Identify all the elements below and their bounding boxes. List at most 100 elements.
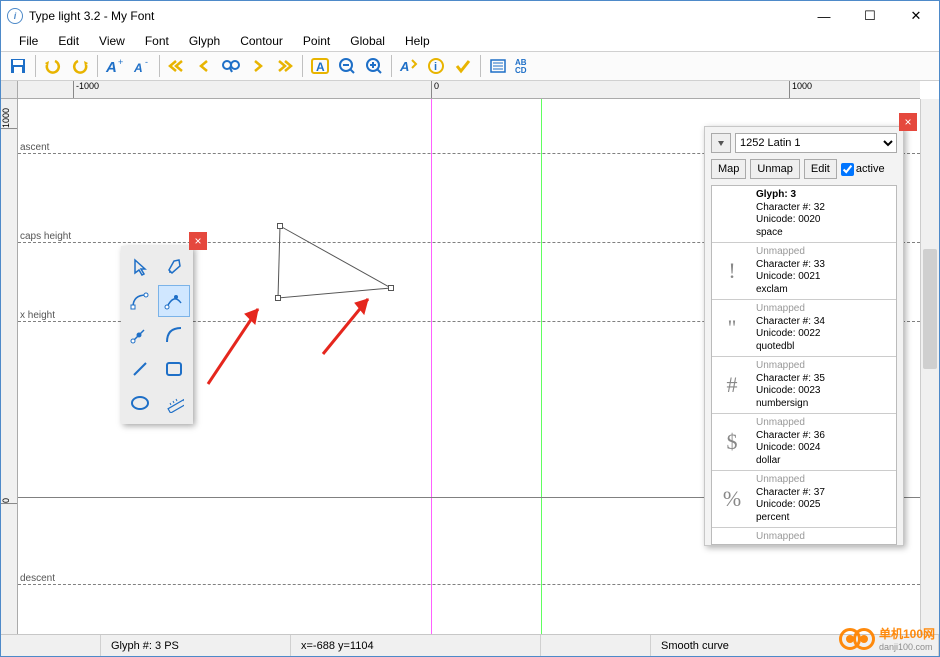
menu-file[interactable]: File <box>9 32 48 50</box>
glyph-char: " <box>712 300 752 356</box>
tool-pen[interactable] <box>158 251 190 283</box>
svg-text:CD: CD <box>515 66 527 75</box>
list-item[interactable]: !UnmappedCharacter #: 33Unicode: 0021exc… <box>712 243 896 300</box>
svg-text:+: + <box>118 57 123 67</box>
window-title: Type light 3.2 - My Font <box>29 9 801 23</box>
menu-help[interactable]: Help <box>395 32 440 50</box>
list-icon[interactable] <box>485 54 511 78</box>
menu-edit[interactable]: Edit <box>48 32 89 50</box>
list-item[interactable]: $UnmappedCharacter #: 36Unicode: 0024dol… <box>712 414 896 471</box>
tool-curve[interactable] <box>158 319 190 351</box>
highlight-glyph-icon[interactable]: A <box>307 54 333 78</box>
status-bar: Glyph #: 3 PS x=-688 y=1104 Smooth curve <box>1 634 939 656</box>
tool-ellipse[interactable] <box>124 387 156 419</box>
svg-text:A: A <box>316 60 325 74</box>
palette-close-button[interactable]: × <box>189 232 207 250</box>
glyph-char: $ <box>712 414 752 470</box>
zoom-in-icon[interactable] <box>361 54 387 78</box>
menubar: File Edit View Font Glyph Contour Point … <box>1 31 939 51</box>
glyph-list[interactable]: Glyph: 3Character #: 32Unicode: 0020spac… <box>711 185 897 545</box>
info-icon[interactable]: i <box>423 54 449 78</box>
tool-rectangle[interactable] <box>158 353 190 385</box>
svg-text:i: i <box>434 61 437 73</box>
prev-icon[interactable] <box>191 54 217 78</box>
undo-icon[interactable] <box>40 54 66 78</box>
tool-add-point[interactable] <box>124 319 156 351</box>
next-icon[interactable] <box>245 54 271 78</box>
minimize-button[interactable]: ― <box>801 1 847 31</box>
redo-icon[interactable] <box>67 54 93 78</box>
ruler-tick: -1000 <box>73 81 99 99</box>
contour-node[interactable] <box>275 295 281 301</box>
status-glyph: Glyph #: 3 PS <box>101 635 291 656</box>
find-icon[interactable] <box>218 54 244 78</box>
menu-font[interactable]: Font <box>135 32 179 50</box>
font-bigger-icon[interactable]: A+ <box>102 54 128 78</box>
glyph-char <box>712 186 752 242</box>
menu-point[interactable]: Point <box>293 32 340 50</box>
svg-text:A: A <box>399 59 409 74</box>
scrollbar-thumb[interactable] <box>923 249 937 369</box>
unmap-button[interactable]: Unmap <box>750 159 799 179</box>
ruler-tick: 0 <box>1 497 18 504</box>
titlebar: i Type light 3.2 - My Font ― ☐ ✕ <box>1 1 939 31</box>
tool-line[interactable] <box>124 353 156 385</box>
list-item[interactable]: &UnmappedCharacter #: 38Unicode: 0026amp… <box>712 528 896 545</box>
map-button[interactable]: Map <box>711 159 746 179</box>
panel-close-button[interactable]: × <box>899 113 917 131</box>
tool-corner-curve[interactable] <box>124 285 156 317</box>
app-icon: i <box>7 8 23 24</box>
annotation-arrow <box>193 299 273 399</box>
menu-global[interactable]: Global <box>340 32 395 50</box>
encoding-select[interactable]: 1252 Latin 1 <box>735 133 897 153</box>
annotation-arrow <box>308 289 388 369</box>
glyph-info: UnmappedCharacter #: 37Unicode: 0025perc… <box>752 471 896 527</box>
tool-measure[interactable] <box>158 387 190 419</box>
encoding-dropdown-icon[interactable] <box>711 133 731 153</box>
font-smaller-icon[interactable]: A- <box>129 54 155 78</box>
edit-button[interactable]: Edit <box>804 159 837 179</box>
glyph-char: & <box>712 528 752 545</box>
zoom-out-icon[interactable] <box>334 54 360 78</box>
menu-view[interactable]: View <box>89 32 135 50</box>
abcd-icon[interactable]: ABCD <box>512 54 538 78</box>
ruler-tick: 1000 <box>1 107 18 129</box>
first-icon[interactable] <box>164 54 190 78</box>
glyph-char: ! <box>712 243 752 299</box>
tool-pointer[interactable] <box>124 251 156 283</box>
metrics-icon[interactable]: A <box>396 54 422 78</box>
ruler-tick: 0 <box>431 81 439 99</box>
close-button[interactable]: ✕ <box>893 1 939 31</box>
list-item[interactable]: #UnmappedCharacter #: 35Unicode: 0023num… <box>712 357 896 414</box>
tool-smooth-curve[interactable] <box>158 285 190 317</box>
vertical-ruler[interactable]: 1000 0 <box>1 99 18 637</box>
status-coords: x=-688 y=1104 <box>291 635 541 656</box>
glyph-char: # <box>712 357 752 413</box>
menu-glyph[interactable]: Glyph <box>179 32 230 50</box>
maximize-button[interactable]: ☐ <box>847 1 893 31</box>
horizontal-ruler[interactable]: -1000 0 1000 <box>18 81 920 99</box>
active-checkbox[interactable]: active <box>841 163 885 176</box>
last-icon[interactable] <box>272 54 298 78</box>
svg-text:A: A <box>105 59 117 75</box>
list-item[interactable]: "UnmappedCharacter #: 34Unicode: 0022quo… <box>712 300 896 357</box>
svg-text:A: A <box>133 61 143 75</box>
check-icon[interactable] <box>450 54 476 78</box>
svg-text:-: - <box>145 57 148 67</box>
list-item[interactable]: Glyph: 3Character #: 32Unicode: 0020spac… <box>712 186 896 243</box>
menu-contour[interactable]: Contour <box>230 32 293 50</box>
toolbar: A+ A- A A i ABCD <box>1 51 939 81</box>
watermark: 单机100网 danji100.com <box>839 625 935 652</box>
contour-node[interactable] <box>388 285 394 291</box>
glyph-info: UnmappedCharacter #: 33Unicode: 0021excl… <box>752 243 896 299</box>
tool-palette[interactable]: × <box>121 246 193 424</box>
glyph-info: UnmappedCharacter #: 38Unicode: 0026ampe… <box>752 528 896 545</box>
glyph-info: UnmappedCharacter #: 35Unicode: 0023numb… <box>752 357 896 413</box>
glyph-char: % <box>712 471 752 527</box>
glyph-panel[interactable]: × 1252 Latin 1 Map Unmap Edit active Gly… <box>704 126 904 546</box>
list-item[interactable]: %UnmappedCharacter #: 37Unicode: 0025per… <box>712 471 896 528</box>
ruler-tick: 1000 <box>789 81 812 99</box>
save-icon[interactable] <box>5 54 31 78</box>
contour-node[interactable] <box>277 223 283 229</box>
vertical-scrollbar[interactable] <box>920 99 939 637</box>
